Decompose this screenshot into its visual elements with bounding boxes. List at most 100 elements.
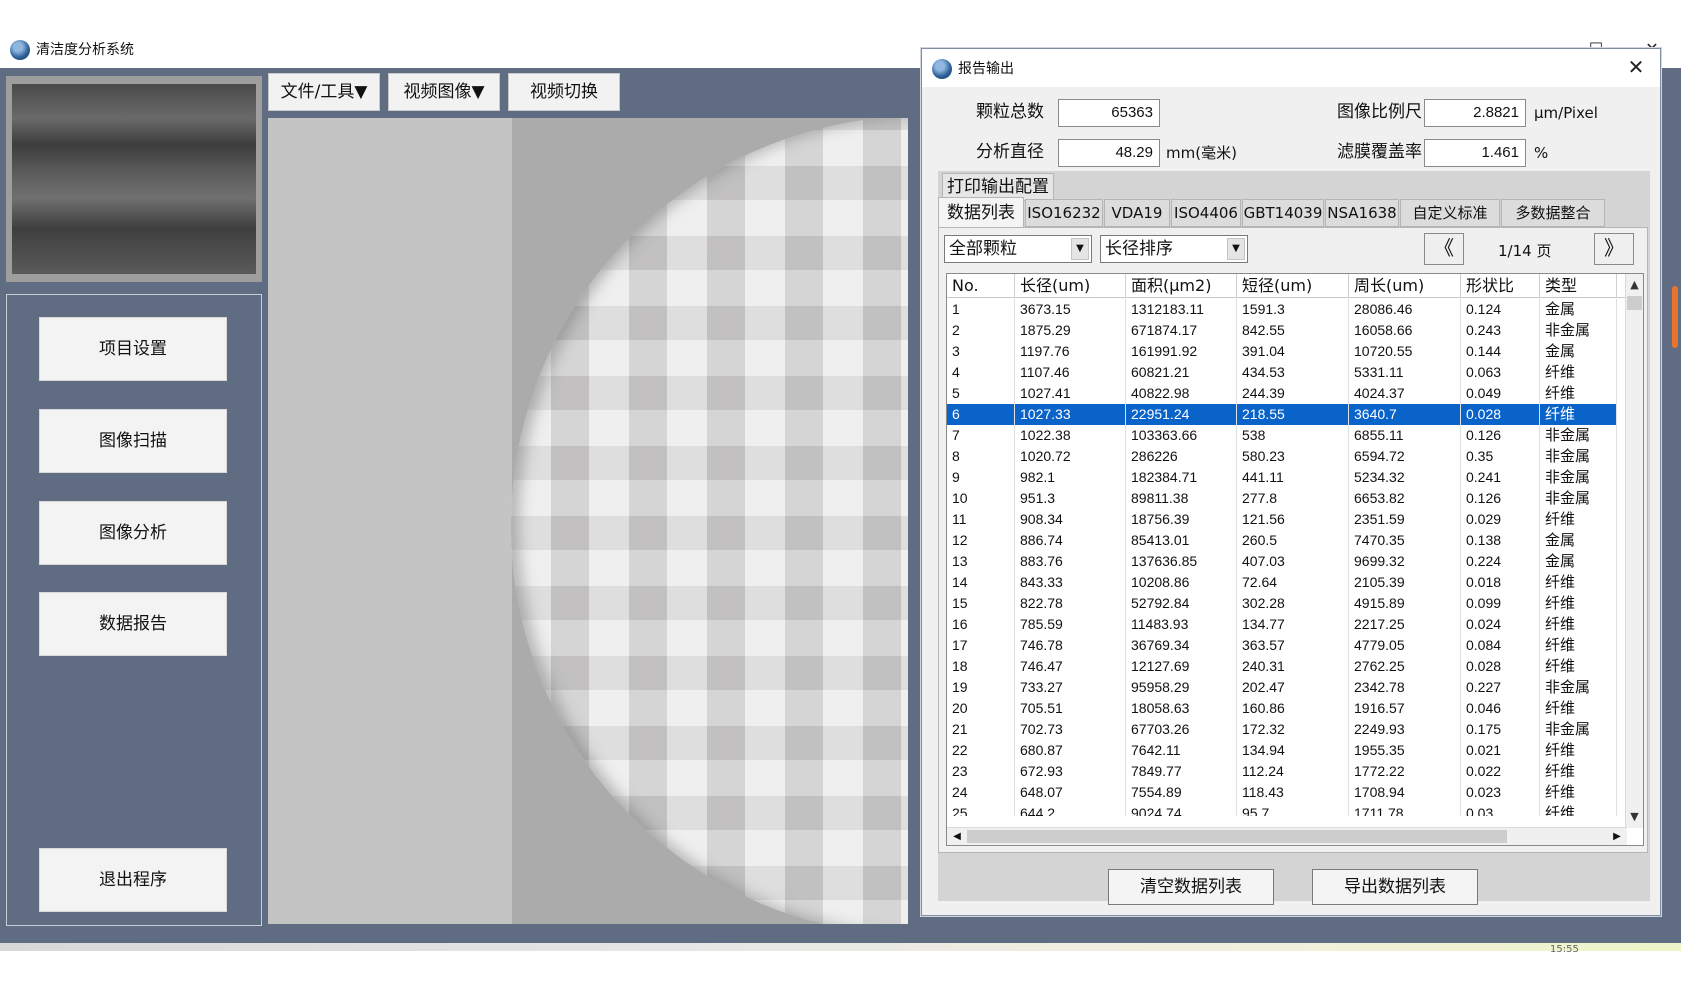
- table-row[interactable]: 23 672.93 7849.77 112.24 1772.22 0.022 纤维: [947, 761, 1617, 782]
- tab-custom-standard[interactable]: 自定义标准: [1400, 199, 1500, 227]
- table-row[interactable]: 22 680.87 7642.11 134.94 1955.35 0.021 纤维: [947, 740, 1617, 761]
- table-cell: 1591.3: [1237, 299, 1349, 320]
- column-header[interactable]: 周长(um): [1349, 274, 1461, 298]
- tab-data-list[interactable]: 数据列表: [938, 197, 1024, 229]
- table-row[interactable]: 13 883.76 137636.85 407.03 9699.32 0.224 金属: [947, 551, 1617, 572]
- particle-filter-select[interactable]: 全部颗粒 ▼: [944, 235, 1092, 263]
- table-cell: 118.43: [1237, 782, 1349, 803]
- prev-page-button[interactable]: 《: [1424, 233, 1464, 265]
- image-analysis-button[interactable]: 图像分析: [39, 501, 227, 565]
- table-cell: 67703.26: [1126, 719, 1237, 740]
- table-cell: 363.57: [1237, 635, 1349, 656]
- table-cell: 22951.24: [1126, 404, 1237, 425]
- table-cell: 886.74: [1015, 530, 1126, 551]
- image-scan-button[interactable]: 图像扫描: [39, 409, 227, 473]
- scroll-up-icon[interactable]: ▲: [1626, 276, 1643, 294]
- table-row[interactable]: 24 648.07 7554.89 118.43 1708.94 0.023 纤维: [947, 782, 1617, 803]
- table-row[interactable]: 3 1197.76 161991.92 391.04 10720.55 0.144 金属: [947, 341, 1617, 362]
- table-cell: 0.029: [1461, 509, 1540, 530]
- table-cell: 0.023: [1461, 782, 1540, 803]
- column-header[interactable]: 面积(μm2): [1126, 274, 1237, 298]
- tab-nsa1638[interactable]: NSA1638: [1325, 199, 1399, 227]
- image-canvas[interactable]: [268, 118, 908, 924]
- table-cell: 18: [947, 656, 1015, 677]
- table-row[interactable]: 11 908.34 18756.39 121.56 2351.59 0.029 纤维: [947, 509, 1617, 530]
- next-page-button[interactable]: 》: [1594, 233, 1634, 265]
- table-row[interactable]: 15 822.78 52792.84 302.28 4915.89 0.099 纤维: [947, 593, 1617, 614]
- horizontal-scrollbar[interactable]: ◀ ▶: [947, 827, 1627, 845]
- table-cell: 0.063: [1461, 362, 1540, 383]
- table-row[interactable]: 8 1020.72 286226 580.23 6594.72 0.35 非金属: [947, 446, 1617, 467]
- data-report-button[interactable]: 数据报告: [39, 592, 227, 656]
- export-data-list-button[interactable]: 导出数据列表: [1312, 869, 1478, 905]
- tab-vda19[interactable]: VDA19: [1104, 199, 1170, 227]
- vertical-scroll-thumb[interactable]: [1627, 296, 1642, 310]
- table-cell: 286226: [1126, 446, 1237, 467]
- analysis-diameter-unit: mm(毫米): [1166, 144, 1237, 162]
- table-row[interactable]: 18 746.47 12127.69 240.31 2762.25 0.028 纤维: [947, 656, 1617, 677]
- table-cell: 23: [947, 761, 1015, 782]
- column-header[interactable]: No.: [947, 274, 1015, 298]
- table-cell: 9: [947, 467, 1015, 488]
- table-cell: 842.55: [1237, 320, 1349, 341]
- tab-iso4406[interactable]: ISO4406: [1171, 199, 1241, 227]
- table-row[interactable]: 1 3673.15 1312183.11 1591.3 28086.46 0.124 金属: [947, 299, 1617, 320]
- tab-iso16232[interactable]: ISO16232: [1025, 199, 1103, 227]
- scroll-right-icon[interactable]: ▶: [1609, 828, 1625, 845]
- table-row[interactable]: 14 843.33 10208.86 72.64 2105.39 0.018 纤维: [947, 572, 1617, 593]
- scroll-down-icon[interactable]: ▼: [1626, 808, 1643, 826]
- tab-multi-data[interactable]: 多数据整合: [1501, 199, 1605, 227]
- column-header[interactable]: 类型: [1540, 274, 1617, 298]
- column-header[interactable]: 形状比: [1461, 274, 1540, 298]
- table-row[interactable]: 17 746.78 36769.34 363.57 4779.05 0.084 纤维: [947, 635, 1617, 656]
- exit-button[interactable]: 退出程序: [39, 848, 227, 912]
- table-cell: 金属: [1540, 530, 1617, 551]
- table-row[interactable]: 4 1107.46 60821.21 434.53 5331.11 0.063 纤维: [947, 362, 1617, 383]
- table-row[interactable]: 2 1875.29 671874.17 842.55 16058.66 0.243 非金属: [947, 320, 1617, 341]
- clear-data-list-button[interactable]: 清空数据列表: [1108, 869, 1274, 905]
- window-scroll-indicator[interactable]: [1672, 286, 1678, 348]
- table-row[interactable]: 21 702.73 67703.26 172.32 2249.93 0.175 非金属: [947, 719, 1617, 740]
- project-settings-button[interactable]: 项目设置: [39, 317, 227, 381]
- dialog-close-icon[interactable]: ✕: [1622, 53, 1650, 81]
- table-cell: 纤维: [1540, 698, 1617, 719]
- table-cell: 52792.84: [1126, 593, 1237, 614]
- table-cell: 纤维: [1540, 404, 1617, 425]
- table-cell: 2: [947, 320, 1015, 341]
- table-cell: 非金属: [1540, 446, 1617, 467]
- camera-preview: [6, 76, 262, 282]
- table-row[interactable]: 5 1027.41 40822.98 244.39 4024.37 0.049 纤维: [947, 383, 1617, 404]
- table-cell: 36769.34: [1126, 635, 1237, 656]
- table-cell: 14: [947, 572, 1015, 593]
- vertical-scrollbar[interactable]: ▲ ▼: [1625, 274, 1643, 828]
- horizontal-scroll-thumb[interactable]: [967, 830, 1507, 843]
- table-row[interactable]: 9 982.1 182384.71 441.11 5234.32 0.241 非金属: [947, 467, 1617, 488]
- particle-count-label: 颗粒总数: [976, 102, 1044, 122]
- table-cell: 134.94: [1237, 740, 1349, 761]
- table-row[interactable]: 10 951.3 89811.38 277.8 6653.82 0.126 非金属: [947, 488, 1617, 509]
- column-header[interactable]: 长径(um): [1015, 274, 1126, 298]
- table-cell: 纤维: [1540, 572, 1617, 593]
- table-cell: 非金属: [1540, 488, 1617, 509]
- table-cell: 金属: [1540, 341, 1617, 362]
- table-row[interactable]: 12 886.74 85413.01 260.5 7470.35 0.138 金属: [947, 530, 1617, 551]
- video-image-menu[interactable]: 视频图像▼: [388, 73, 500, 111]
- table-cell: 28086.46: [1349, 299, 1461, 320]
- table-row[interactable]: 6 1027.33 22951.24 218.55 3640.7 0.028 纤维: [947, 404, 1617, 425]
- table-row[interactable]: 7 1022.38 103363.66 538 6855.11 0.126 非金属: [947, 425, 1617, 446]
- sort-select[interactable]: 长径排序 ▼: [1100, 235, 1248, 263]
- scroll-left-icon[interactable]: ◀: [949, 828, 965, 845]
- table-row[interactable]: 19 733.27 95958.29 202.47 2342.78 0.227 非金属: [947, 677, 1617, 698]
- video-switch-button[interactable]: 视频切换: [508, 73, 620, 111]
- table-row[interactable]: 25 644.2 9024.74 95.7 1711.78 0.03 纤维: [947, 803, 1617, 816]
- tab-gbt14039[interactable]: GBT14039: [1242, 199, 1324, 227]
- table-cell: 0.03: [1461, 803, 1540, 816]
- column-header[interactable]: 短径(um): [1237, 274, 1349, 298]
- table-row[interactable]: 20 705.51 18058.63 160.86 1916.57 0.046 纤维: [947, 698, 1617, 719]
- table-cell: 302.28: [1237, 593, 1349, 614]
- table-cell: 1875.29: [1015, 320, 1126, 341]
- file-tools-menu[interactable]: 文件/工具▼: [268, 73, 380, 111]
- table-row[interactable]: 16 785.59 11483.93 134.77 2217.25 0.024 纤维: [947, 614, 1617, 635]
- table-cell: 240.31: [1237, 656, 1349, 677]
- table-cell: 843.33: [1015, 572, 1126, 593]
